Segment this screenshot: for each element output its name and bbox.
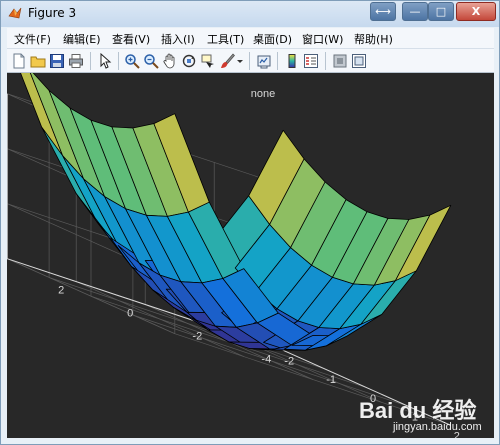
save-icon[interactable] <box>49 53 65 69</box>
title-bar[interactable]: Figure 3 ⟷ — □ X <box>1 1 499 27</box>
toolbar-separator <box>277 52 278 70</box>
y-tick-label: 2 <box>58 285 64 297</box>
y-tick-label: -4 <box>261 353 271 365</box>
insert-colorbar-icon[interactable] <box>284 53 300 69</box>
pan-hand-icon[interactable] <box>162 53 178 69</box>
y-tick-label: -2 <box>192 330 202 342</box>
watermark-url: jingyan.baidu.com <box>393 421 482 433</box>
brush-dropdown-icon[interactable] <box>236 53 244 69</box>
menu-file[interactable]: 文件(F) <box>14 31 51 47</box>
select-arrow-icon[interactable] <box>97 53 113 69</box>
menu-view[interactable]: 查看(V) <box>112 31 150 47</box>
menu-bar: 文件(F) 编辑(E) 查看(V) 插入(I) 工具(T) 桌面(D) 窗口(W… <box>7 28 494 48</box>
new-figure-icon[interactable] <box>11 53 27 69</box>
menu-window[interactable]: 窗口(W) <box>302 31 343 47</box>
toolbar-separator <box>90 52 91 70</box>
figure-toolbar <box>7 48 494 73</box>
menu-insert[interactable]: 插入(I) <box>161 31 195 47</box>
x-tick-label: -1 <box>326 374 336 386</box>
insert-legend-icon[interactable] <box>303 53 319 69</box>
x-tick-label: -2 <box>284 355 294 367</box>
brush-icon[interactable] <box>219 53 235 69</box>
matlab-app-icon <box>8 7 22 19</box>
zoom-in-icon[interactable] <box>124 53 140 69</box>
open-file-icon[interactable] <box>30 53 46 69</box>
window-title: Figure 3 <box>28 6 77 20</box>
surface-plot: none 051015-4-2024-2-1012 <box>7 73 460 438</box>
y-tick-label: 0 <box>127 308 133 320</box>
show-plot-tools-icon[interactable] <box>351 53 367 69</box>
toolbar-separator <box>325 52 326 70</box>
menu-tools[interactable]: 工具(T) <box>207 31 244 47</box>
figure-canvas[interactable]: none 051015-4-2024-2-1012 <box>7 73 494 438</box>
toolbar-separator <box>118 52 119 70</box>
hide-plot-tools-icon[interactable] <box>332 53 348 69</box>
toolbar-separator <box>249 52 250 70</box>
rotate-3d-icon[interactable] <box>181 53 197 69</box>
maximize-button[interactable]: □ <box>428 2 454 21</box>
menu-help[interactable]: 帮助(H) <box>354 31 393 47</box>
close-button[interactable]: X <box>456 2 496 21</box>
surface-mesh <box>20 73 452 351</box>
zoom-out-icon[interactable] <box>143 53 159 69</box>
data-cursor-icon[interactable] <box>200 53 216 69</box>
figure-window: Figure 3 ⟷ — □ X 文件(F) 编辑(E) 查看(V) 插入(I)… <box>0 0 500 445</box>
chart-title: none <box>251 88 275 100</box>
menu-desktop[interactable]: 桌面(D) <box>253 31 292 47</box>
restore-button[interactable]: ⟷ <box>370 2 396 21</box>
link-plot-icon[interactable] <box>256 53 272 69</box>
menu-edit[interactable]: 编辑(E) <box>63 31 101 47</box>
print-icon[interactable] <box>68 53 84 69</box>
minimize-button[interactable]: — <box>402 2 428 21</box>
